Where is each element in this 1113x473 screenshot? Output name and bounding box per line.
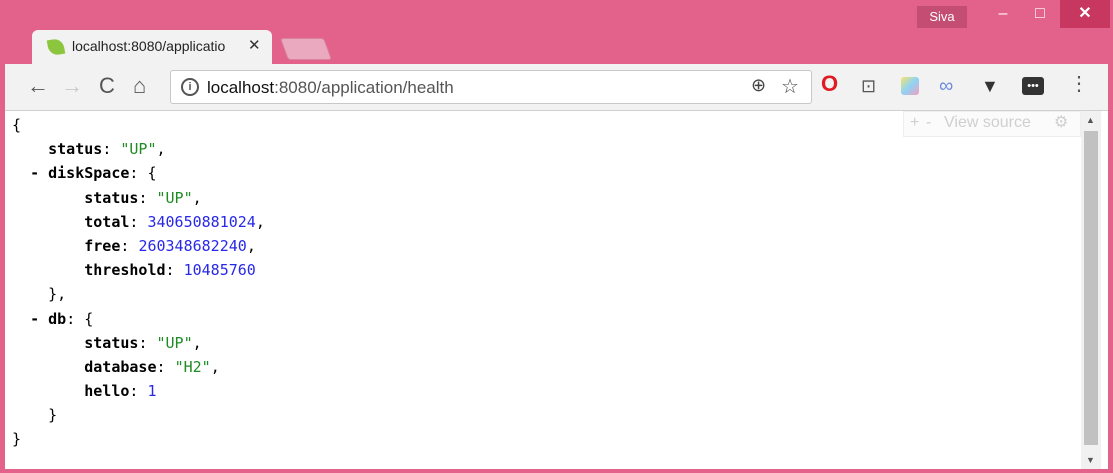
address-bar[interactable]: i localhost:8080/application/health ⊕ ☆ <box>170 70 812 104</box>
json-line: } <box>12 403 265 427</box>
json-line: status: "UP", <box>48 140 166 159</box>
page-content: { status: "UP", - diskSpace: { status: "… <box>5 111 1108 469</box>
scrollbar-thumb[interactable] <box>1084 131 1098 445</box>
json-brace: } <box>48 406 58 425</box>
zoom-icon[interactable]: ⊕ <box>751 75 766 96</box>
view-source-link[interactable]: View source <box>944 112 1031 134</box>
json-line: free: 260348682240, <box>84 236 256 255</box>
menu-icon[interactable]: ⋮ <box>1069 74 1089 94</box>
json-viewer: { status: "UP", - diskSpace: { status: "… <box>12 113 265 452</box>
expand-all-button[interactable]: + <box>910 112 919 134</box>
title-bar: Siva – □ ✕ localhost:8080/applicatio ✕ <box>0 0 1113 64</box>
json-line: - db: { <box>30 309 94 328</box>
json-number: 340650881024 <box>147 212 256 231</box>
vertical-scrollbar[interactable]: ▲ ▼ <box>1081 111 1101 469</box>
json-line: status: "UP", <box>84 333 202 352</box>
tab-title: localhost:8080/applicatio <box>72 38 226 54</box>
scroll-down-arrow-icon[interactable]: ▼ <box>1086 455 1095 465</box>
json-line: - diskSpace: { <box>30 164 157 183</box>
collapse-toggle[interactable]: - <box>30 164 39 182</box>
pocket-icon[interactable]: ▼ <box>981 76 999 96</box>
collapse-toggle[interactable]: - <box>30 310 39 328</box>
json-brace: } <box>12 430 22 449</box>
url-text[interactable]: localhost:8080/application/health <box>207 78 454 98</box>
json-string: "UP" <box>156 333 193 352</box>
gear-icon[interactable]: ⚙ <box>1054 112 1068 134</box>
browser-tab[interactable]: localhost:8080/applicatio ✕ <box>32 30 272 64</box>
json-line: }, <box>12 282 265 306</box>
json-key: status <box>48 140 103 159</box>
json-key: db <box>48 309 67 328</box>
opera-extension-icon[interactable]: O <box>821 73 838 95</box>
json-line: threshold: 10485760 <box>84 261 256 280</box>
json-key: hello <box>84 382 130 401</box>
url-path: :8080/application/health <box>274 78 454 97</box>
json-number: 1 <box>147 382 157 401</box>
color-picker-extension-icon[interactable] <box>901 77 919 95</box>
password-extension-icon[interactable]: ••• <box>1022 77 1044 95</box>
json-number: 10485760 <box>183 261 256 280</box>
json-line: } <box>12 427 265 451</box>
maximize-button[interactable]: □ <box>1022 0 1058 28</box>
json-key: diskSpace <box>48 164 130 183</box>
profile-button[interactable]: Siva <box>917 6 967 28</box>
collapse-all-button[interactable]: - <box>926 112 931 134</box>
browser-window: Siva – □ ✕ localhost:8080/applicatio ✕ ←… <box>0 0 1113 473</box>
json-key: status <box>84 188 139 207</box>
reload-icon[interactable]: C <box>99 74 115 98</box>
json-viewer-controls: + - View source ⚙ <box>903 111 1081 137</box>
json-string: "H2" <box>174 357 211 376</box>
json-brace: }, <box>48 285 67 304</box>
json-key: free <box>84 236 121 255</box>
cast-icon[interactable]: ⊡ <box>861 76 876 96</box>
info-icon[interactable]: i <box>181 78 199 96</box>
json-brace: { <box>12 116 22 134</box>
forward-icon[interactable]: → <box>61 74 83 98</box>
json-key: status <box>84 333 139 352</box>
infinity-extension-icon[interactable]: ∞ <box>939 76 953 96</box>
json-key: threshold <box>84 261 166 280</box>
browser-toolbar: ← → C ⌂ i localhost:8080/application/hea… <box>5 64 1108 111</box>
close-window-button[interactable]: ✕ <box>1060 0 1110 28</box>
json-number: 260348682240 <box>138 236 247 255</box>
json-string: "UP" <box>120 140 157 159</box>
scroll-up-arrow-icon[interactable]: ▲ <box>1086 115 1095 125</box>
json-line: database: "H2", <box>84 357 220 376</box>
json-line: { <box>12 113 265 137</box>
home-icon[interactable]: ⌂ <box>133 74 146 98</box>
json-key: total <box>84 212 130 231</box>
tab-close-icon[interactable]: ✕ <box>248 36 261 54</box>
json-key: database <box>84 357 157 376</box>
json-line: hello: 1 <box>84 382 157 401</box>
json-line: total: 340650881024, <box>84 212 265 231</box>
bookmark-star-icon[interactable]: ☆ <box>781 74 799 99</box>
json-line: status: "UP", <box>84 188 202 207</box>
url-host: localhost <box>207 78 275 97</box>
back-icon[interactable]: ← <box>27 74 49 98</box>
minimize-button[interactable]: – <box>984 0 1022 28</box>
new-tab-button[interactable] <box>279 38 333 60</box>
spring-leaf-icon <box>46 37 66 57</box>
json-string: "UP" <box>156 188 193 207</box>
